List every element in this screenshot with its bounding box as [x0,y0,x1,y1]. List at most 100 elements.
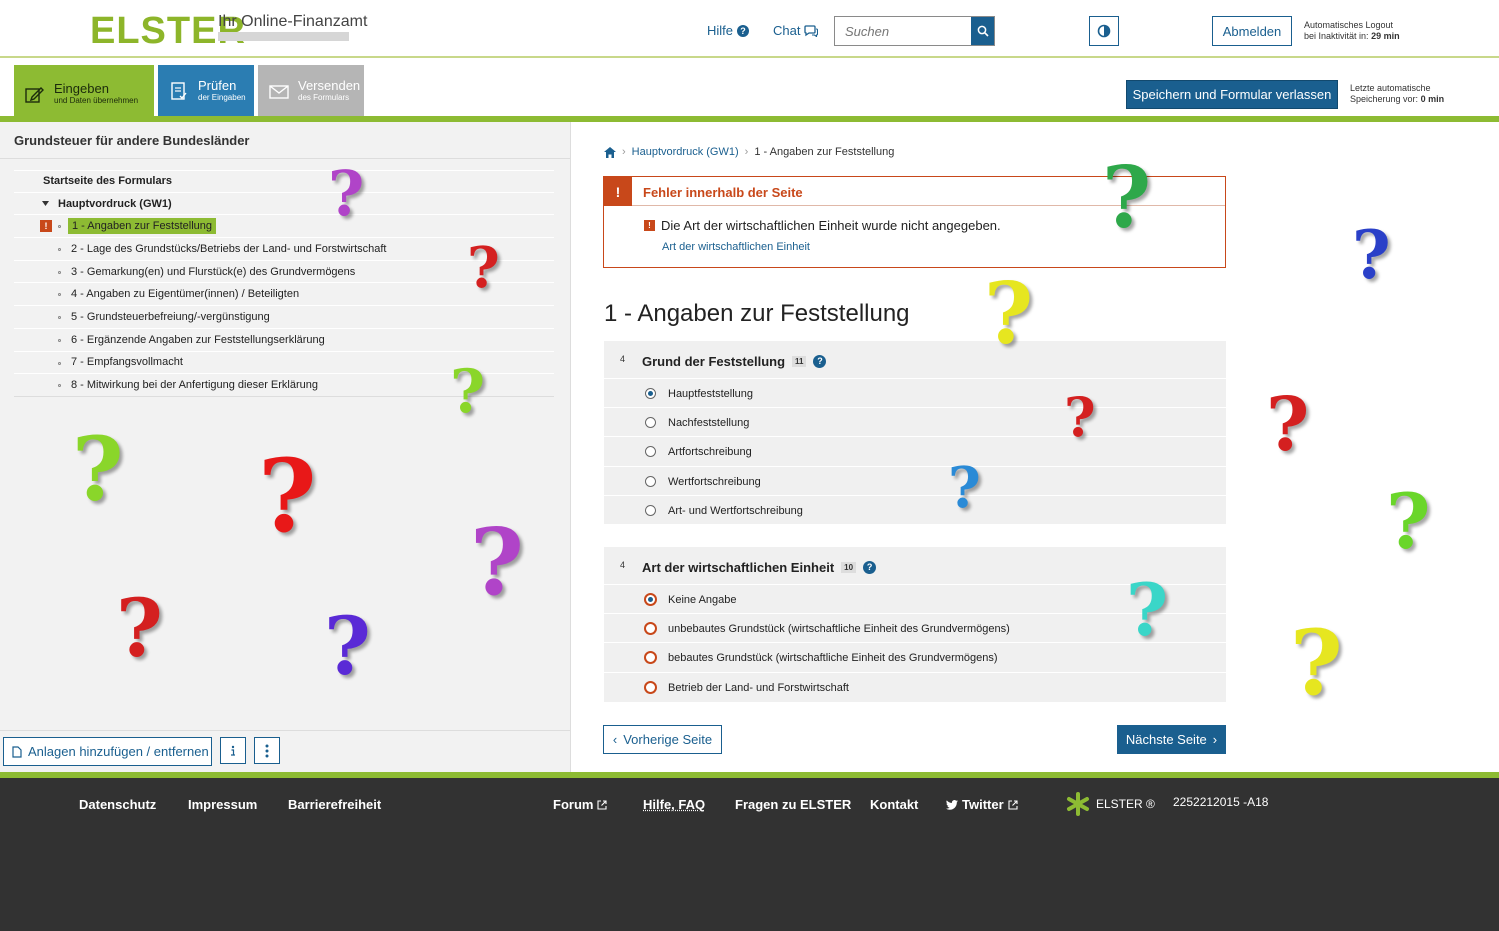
nav-item-7-label: 7 - Empfangsvollmacht [71,356,183,369]
chevron-left-icon: ‹ [612,732,618,747]
form-title: Grundsteuer für andere Bundesländer [14,133,250,148]
nav-group-hauptvordruck[interactable]: Hauptvordruck (GW1) [14,193,554,216]
error-field-link[interactable]: Art der wirtschaftlichen Einheit [662,241,810,253]
chat-bubble-icon [804,24,819,37]
search-box [834,16,995,46]
manage-attachments-button[interactable]: Anlagen hinzufügen / entfernen [3,737,212,766]
radio-option-label: Hauptfeststellung [668,388,753,400]
nav-item-start[interactable]: Startseite des Formulars [14,170,554,193]
nav-item-4[interactable]: 4 - Angaben zu Eigentümer(innen) / Betei… [14,283,554,307]
radio-button-selected-error[interactable] [644,593,657,606]
more-vertical-icon [265,744,269,757]
step-versenden-title: Versenden [298,77,361,93]
bullet-icon [58,293,61,297]
error-alert-icon: ! [604,177,632,206]
more-options-button[interactable] [254,737,280,764]
help-link[interactable]: Hilfe ? [707,23,750,38]
radio-option-label: Artfortschreibung [668,446,752,459]
footer-link-barrierefreiheit[interactable]: Barrierefreiheit [288,797,381,812]
radio-option-label: Art- und Wertfortschreibung [668,504,803,517]
radio-option[interactable]: Wertfortschreibung [604,465,1226,495]
bullet-icon [58,361,61,365]
caret-down-icon [42,200,49,206]
search-button[interactable] [971,17,994,45]
help-icon[interactable]: ? [813,355,827,368]
checklist-icon [171,81,187,100]
next-page-button[interactable]: Nächste Seite › [1117,725,1226,754]
radio-option[interactable]: Hauptfeststellung [604,378,1226,407]
footer-link-twitter[interactable]: Twitter [946,797,1018,812]
step-eingeben[interactable]: Eingeben und Daten übernehmen [14,65,154,122]
page-title: 1 - Angaben zur Feststellung [604,300,910,327]
nav-item-5-label: 5 - Grundsteuerbefreiung/-vergünstigung [71,310,270,323]
search-input[interactable] [835,17,971,45]
radio-button-error[interactable] [644,622,657,636]
logout-time: 29 min [1371,31,1400,41]
home-icon[interactable] [604,146,616,158]
autosave-info-line1: Letzte automatische [1350,83,1431,93]
autosave-time: 0 min [1420,94,1445,104]
step-pruefen[interactable]: Prüfen der Eingaben [158,65,254,116]
radio-button[interactable] [645,475,656,487]
fieldset-title-text: Grund der Feststellung [642,354,786,369]
radio-button-selected[interactable] [645,388,656,399]
chevron-right-icon: › [1212,732,1218,747]
footer-brand-label: ELSTER ® [1096,797,1155,811]
radio-option[interactable]: bebautes Grundstück (wirtschaftliche Ein… [604,642,1226,671]
external-link-icon [1008,799,1018,810]
radio-button[interactable] [645,446,656,458]
radio-button-error[interactable] [644,680,657,694]
header: ELSTER Ihr Online-Finanzamt Hilfe ? Chat… [0,0,1499,58]
nav-item-8[interactable]: 8 - Mitwirkung bei der Anfertigung diese… [14,374,554,397]
footer-link-hilfe-faq[interactable]: Hilfe, FAQ [643,797,705,812]
error-message-text: Die Art der wirtschaftlichen Einheit wur… [661,218,1001,233]
footer-link-forum[interactable]: Forum [553,797,608,812]
step-pruefen-sub: der Eingaben [198,92,246,102]
radio-option[interactable]: Keine Angabe [604,584,1226,613]
radio-option[interactable]: Nachfeststellung [604,407,1226,436]
radio-option[interactable]: unbebautes Grundstück (wirtschaftliche E… [604,613,1226,642]
fieldset-title: Art der wirtschaftlichen Einheit 10 ? [642,560,877,575]
radio-option[interactable]: Betrieb der Land- und Forstwirtschaft [604,671,1226,701]
nav-item-1[interactable]: ! 1 - Angaben zur Feststellung [14,215,554,239]
footer-link-datenschutz[interactable]: Datenschutz [79,797,156,812]
chat-link[interactable]: Chat [773,23,819,38]
nav-item-3-label: 3 - Gemarkung(en) und Flurstück(e) des G… [71,265,356,278]
previous-page-button[interactable]: ‹ Vorherige Seite [603,725,722,754]
footer-link-fragen[interactable]: Fragen zu ELSTER [735,797,851,812]
divider [0,730,571,731]
logout-info: Automatisches Logout bei Inaktivität in:… [1304,20,1400,42]
step-versenden[interactable]: Versenden des Formulars [258,65,364,116]
nav-item-3[interactable]: 3 - Gemarkung(en) und Flurstück(e) des G… [14,261,554,284]
radio-button[interactable] [645,417,656,429]
nav-item-7[interactable]: 7 - Empfangsvollmacht [14,352,554,375]
logout-info-line1: Automatisches Logout [1304,20,1394,30]
nav-item-2[interactable]: 2 - Lage des Grundstücks/Betriebs der La… [14,238,554,261]
radio-option[interactable]: Artfortschreibung [604,436,1226,465]
field-number-badge: 10 [841,562,857,573]
field-number-badge: 11 [792,356,807,367]
autosave-info: Letzte automatische Speicherung vor: 0 m… [1350,83,1444,105]
radio-button[interactable] [645,504,656,516]
logout-button[interactable]: Abmelden [1212,16,1292,46]
footer: Datenschutz Impressum Barrierefreiheit F… [0,778,1499,931]
save-and-exit-button[interactable]: Speichern und Formular verlassen [1126,80,1338,109]
field-line-number: 4 [620,354,626,364]
fieldset-art-der-wirtschaftlichen-einheit: 4 Art der wirtschaftlichen Einheit 10 ? … [604,547,1226,702]
radio-option-label: Nachfeststellung [668,417,750,430]
nav-group-label: Hauptvordruck (GW1) [58,197,172,210]
help-icon[interactable]: ? [863,561,877,574]
footer-link-forum-label: Forum [553,797,594,812]
info-button[interactable] [220,737,246,764]
chevron-right-icon: › [622,146,626,158]
footer-link-impressum[interactable]: Impressum [188,797,257,812]
contrast-toggle-button[interactable] [1089,16,1119,46]
nav-item-6[interactable]: 6 - Ergänzende Angaben zur Feststellungs… [14,329,554,352]
footer-link-kontakt[interactable]: Kontakt [870,797,918,812]
radio-option-label: bebautes Grundstück (wirtschaftliche Ein… [668,652,998,665]
nav-item-5[interactable]: 5 - Grundsteuerbefreiung/-vergünstigung [14,306,554,329]
radio-option[interactable]: Art- und Wertfortschreibung [604,494,1226,524]
chat-link-label: Chat [773,23,801,38]
radio-button-error[interactable] [644,651,657,665]
breadcrumb-hauptvordruck[interactable]: Hauptvordruck (GW1) [632,146,739,158]
